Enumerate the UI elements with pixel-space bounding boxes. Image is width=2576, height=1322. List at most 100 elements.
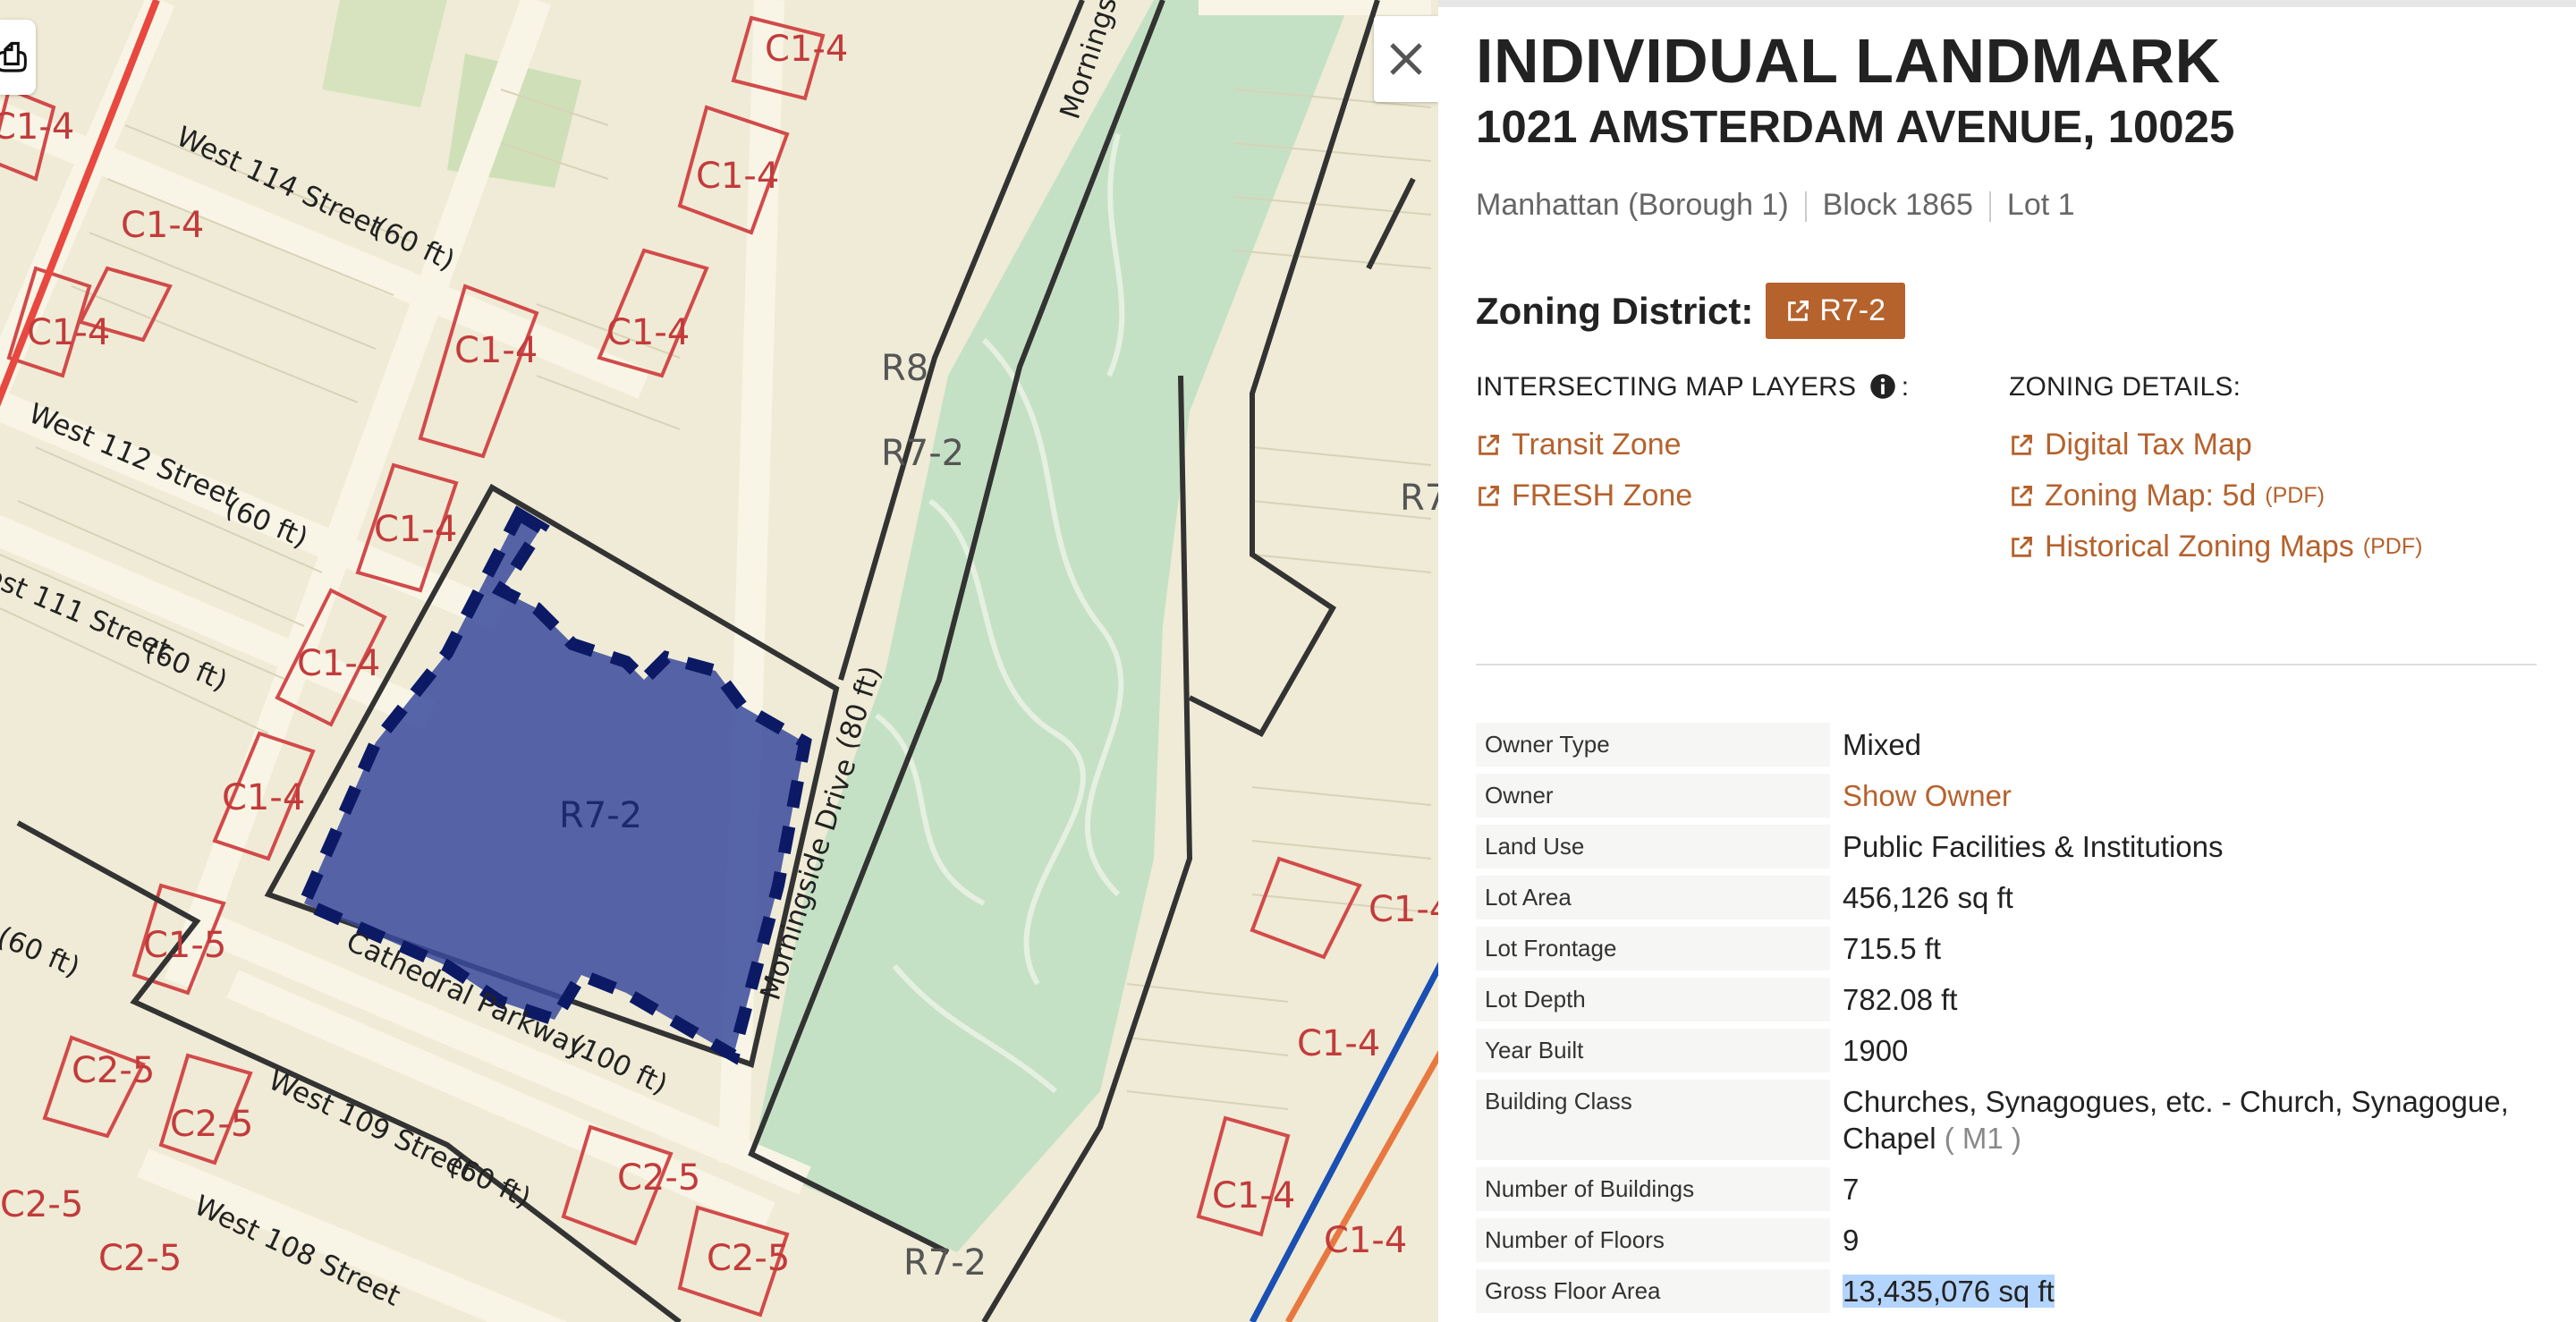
location-line: Manhattan (Borough 1) Block 1865 Lot 1	[1476, 188, 2531, 223]
svg-text:C2-5: C2-5	[72, 1050, 155, 1091]
info-icon[interactable]	[1869, 373, 1896, 400]
svg-text:R7-2: R7-2	[903, 1242, 987, 1284]
property-value: 782.08 ft	[1843, 983, 1958, 1016]
separator	[1804, 191, 1807, 223]
separator	[1988, 191, 1991, 223]
svg-text:R7: R7	[1400, 478, 1438, 519]
link-label: Zoning Map: 5d	[2045, 479, 2257, 513]
svg-text:C1-4: C1-4	[0, 106, 74, 148]
external-link-icon	[1788, 300, 1809, 321]
svg-text:C2-5: C2-5	[98, 1238, 182, 1279]
transit-zone-link[interactable]: Transit Zone	[1476, 428, 1692, 462]
table-row: Number of Floors 9	[1476, 1218, 2540, 1262]
zoning-details-list: Digital Tax Map Zoning Map: 5d (PDF) His…	[2009, 428, 2531, 564]
svg-text:C2-5: C2-5	[0, 1184, 83, 1225]
property-key: Lot Frontage	[1476, 927, 1830, 970]
table-row: Owner Show Owner	[1476, 774, 2540, 818]
gross-floor-area-value: 13,435,076 sq ft	[1843, 1275, 2055, 1308]
svg-text:R7-2: R7-2	[881, 433, 964, 474]
external-link-icon	[1479, 485, 1499, 506]
link-label: Digital Tax Map	[2045, 428, 2252, 462]
link-label: FRESH Zone	[1512, 479, 1693, 513]
zoning-map-link[interactable]: Zoning Map: 5d (PDF)	[2009, 479, 2531, 513]
digital-tax-map-link[interactable]: Digital Tax Map	[2009, 428, 2531, 462]
panel-top-strip	[1438, 0, 2576, 7]
svg-text:C1-4: C1-4	[222, 777, 305, 818]
building-class-text: Churches, Synagogues, etc. - Church, Syn…	[1843, 1085, 2509, 1155]
svg-text:C1-4: C1-4	[27, 312, 110, 353]
property-value: 456,126 sq ft	[1843, 881, 2013, 914]
link-label: Transit Zone	[1512, 428, 1682, 462]
svg-text:C1-4: C1-4	[1212, 1175, 1295, 1216]
external-link-icon	[1479, 434, 1499, 455]
svg-text:C1-4: C1-4	[1368, 889, 1438, 930]
property-value: Mixed	[1843, 728, 1922, 761]
intersecting-layers-list: Transit Zone FRESH Zone	[1476, 428, 1692, 513]
historical-zoning-maps-link[interactable]: Historical Zoning Maps (PDF)	[2009, 530, 2531, 564]
zone-label: C1-4	[121, 205, 204, 246]
table-row: Building Class Churches, Synagogues, etc.…	[1476, 1080, 2540, 1160]
svg-text:C1-4: C1-4	[1297, 1023, 1380, 1064]
table-row: Number of Buildings 7	[1476, 1167, 2540, 1211]
property-key: Lot Depth	[1476, 978, 1830, 1021]
address-heading: 1021 AMSTERDAM AVENUE, 10025	[1476, 101, 2235, 152]
table-row: Owner Type Mixed	[1476, 723, 2540, 767]
property-value: Churches, Synagogues, etc. - Church, Syn…	[1830, 1080, 2540, 1160]
svg-text:C1-4: C1-4	[765, 29, 848, 70]
lot-properties-table: Owner Type Mixed Owner Show Owner Land Use…	[1476, 716, 2540, 1320]
table-row: Gross Floor Area 13,435,076 sq ft	[1476, 1269, 2540, 1313]
block: Block 1865	[1822, 188, 1973, 222]
pdf-suffix: (PDF)	[2265, 483, 2325, 508]
external-link-icon	[2012, 434, 2032, 455]
zoning-district-badge[interactable]: R7-2	[1766, 283, 1906, 339]
zoning-district-row: Zoning District: R7-2	[1476, 283, 2531, 339]
external-link-icon	[2012, 536, 2032, 557]
table-row: Land Use Public Facilities & Institutions	[1476, 825, 2540, 869]
zoning-map[interactable]: C1-4 C1-4 C1-4 C1-4 C1-4 C1-4 C1-4 C1-4 …	[0, 0, 1438, 1322]
borough: Manhattan (Borough 1)	[1476, 188, 1789, 222]
property-key: Year Built	[1476, 1029, 1830, 1072]
property-key: Lot Area	[1476, 876, 1830, 919]
property-key: Building Class	[1476, 1080, 1830, 1160]
lot-details-panel: INDIVIDUAL LANDMARK 1021 AMSTERDAM AVENU…	[1438, 0, 2576, 1322]
external-link-icon	[2012, 485, 2032, 506]
zoning-district-value: R7-2	[1819, 293, 1886, 327]
svg-text:C1-4: C1-4	[1324, 1220, 1407, 1261]
property-key: Land Use	[1476, 825, 1830, 869]
map-canvas[interactable]: C1-4 C1-4 C1-4 C1-4 C1-4 C1-4 C1-4 C1-4 …	[0, 0, 1438, 1322]
section-divider	[1476, 664, 2537, 665]
district-label: R8	[881, 348, 928, 389]
table-row: Lot Frontage 715.5 ft	[1476, 927, 2540, 970]
intersecting-layers-heading: INTERSECTING MAP LAYERS :	[1476, 372, 1909, 403]
table-row: Year Built 1900	[1476, 1029, 2540, 1072]
zoning-district-label: Zoning District:	[1476, 289, 1754, 332]
property-key: Owner Type	[1476, 723, 1830, 767]
svg-text:C1-4: C1-4	[374, 509, 457, 550]
fresh-zone-link[interactable]: FRESH Zone	[1476, 479, 1692, 513]
property-key: Owner	[1476, 774, 1830, 818]
property-key: Number of Buildings	[1476, 1167, 1830, 1211]
property-value: Public Facilities & Institutions	[1843, 830, 2224, 863]
property-key: Number of Floors	[1476, 1218, 1830, 1262]
table-row: Lot Area 456,126 sq ft	[1476, 876, 2540, 919]
show-owner-link[interactable]: Show Owner	[1843, 779, 2012, 812]
pdf-suffix: (PDF)	[2362, 534, 2423, 559]
property-value: 715.5 ft	[1843, 932, 1942, 965]
svg-text:C1-4: C1-4	[454, 330, 538, 371]
property-value: 7	[1843, 1173, 1860, 1206]
svg-text:C1-4: C1-4	[696, 156, 779, 197]
close-panel-button[interactable]	[1374, 16, 1438, 102]
landmark-title: INDIVIDUAL LANDMARK	[1476, 26, 2221, 96]
link-label: Historical Zoning Maps	[2045, 530, 2354, 564]
intersecting-layers-title: INTERSECTING MAP LAYERS	[1476, 372, 1857, 402]
table-row: Lot Depth 782.08 ft	[1476, 978, 2540, 1021]
property-value: Show Owner	[1830, 774, 2540, 818]
svg-text:C2-5: C2-5	[707, 1238, 790, 1279]
building-class-code: ( M1 )	[1944, 1122, 2021, 1155]
property-key: Gross Floor Area	[1476, 1269, 1830, 1313]
intersecting-layers-colon: :	[1901, 372, 1910, 402]
zoning-details-heading: ZONING DETAILS:	[2009, 372, 2241, 402]
print-button[interactable]: ⎙	[0, 20, 36, 95]
svg-text:C1-4: C1-4	[297, 643, 380, 684]
svg-text:C2-5: C2-5	[170, 1104, 253, 1145]
